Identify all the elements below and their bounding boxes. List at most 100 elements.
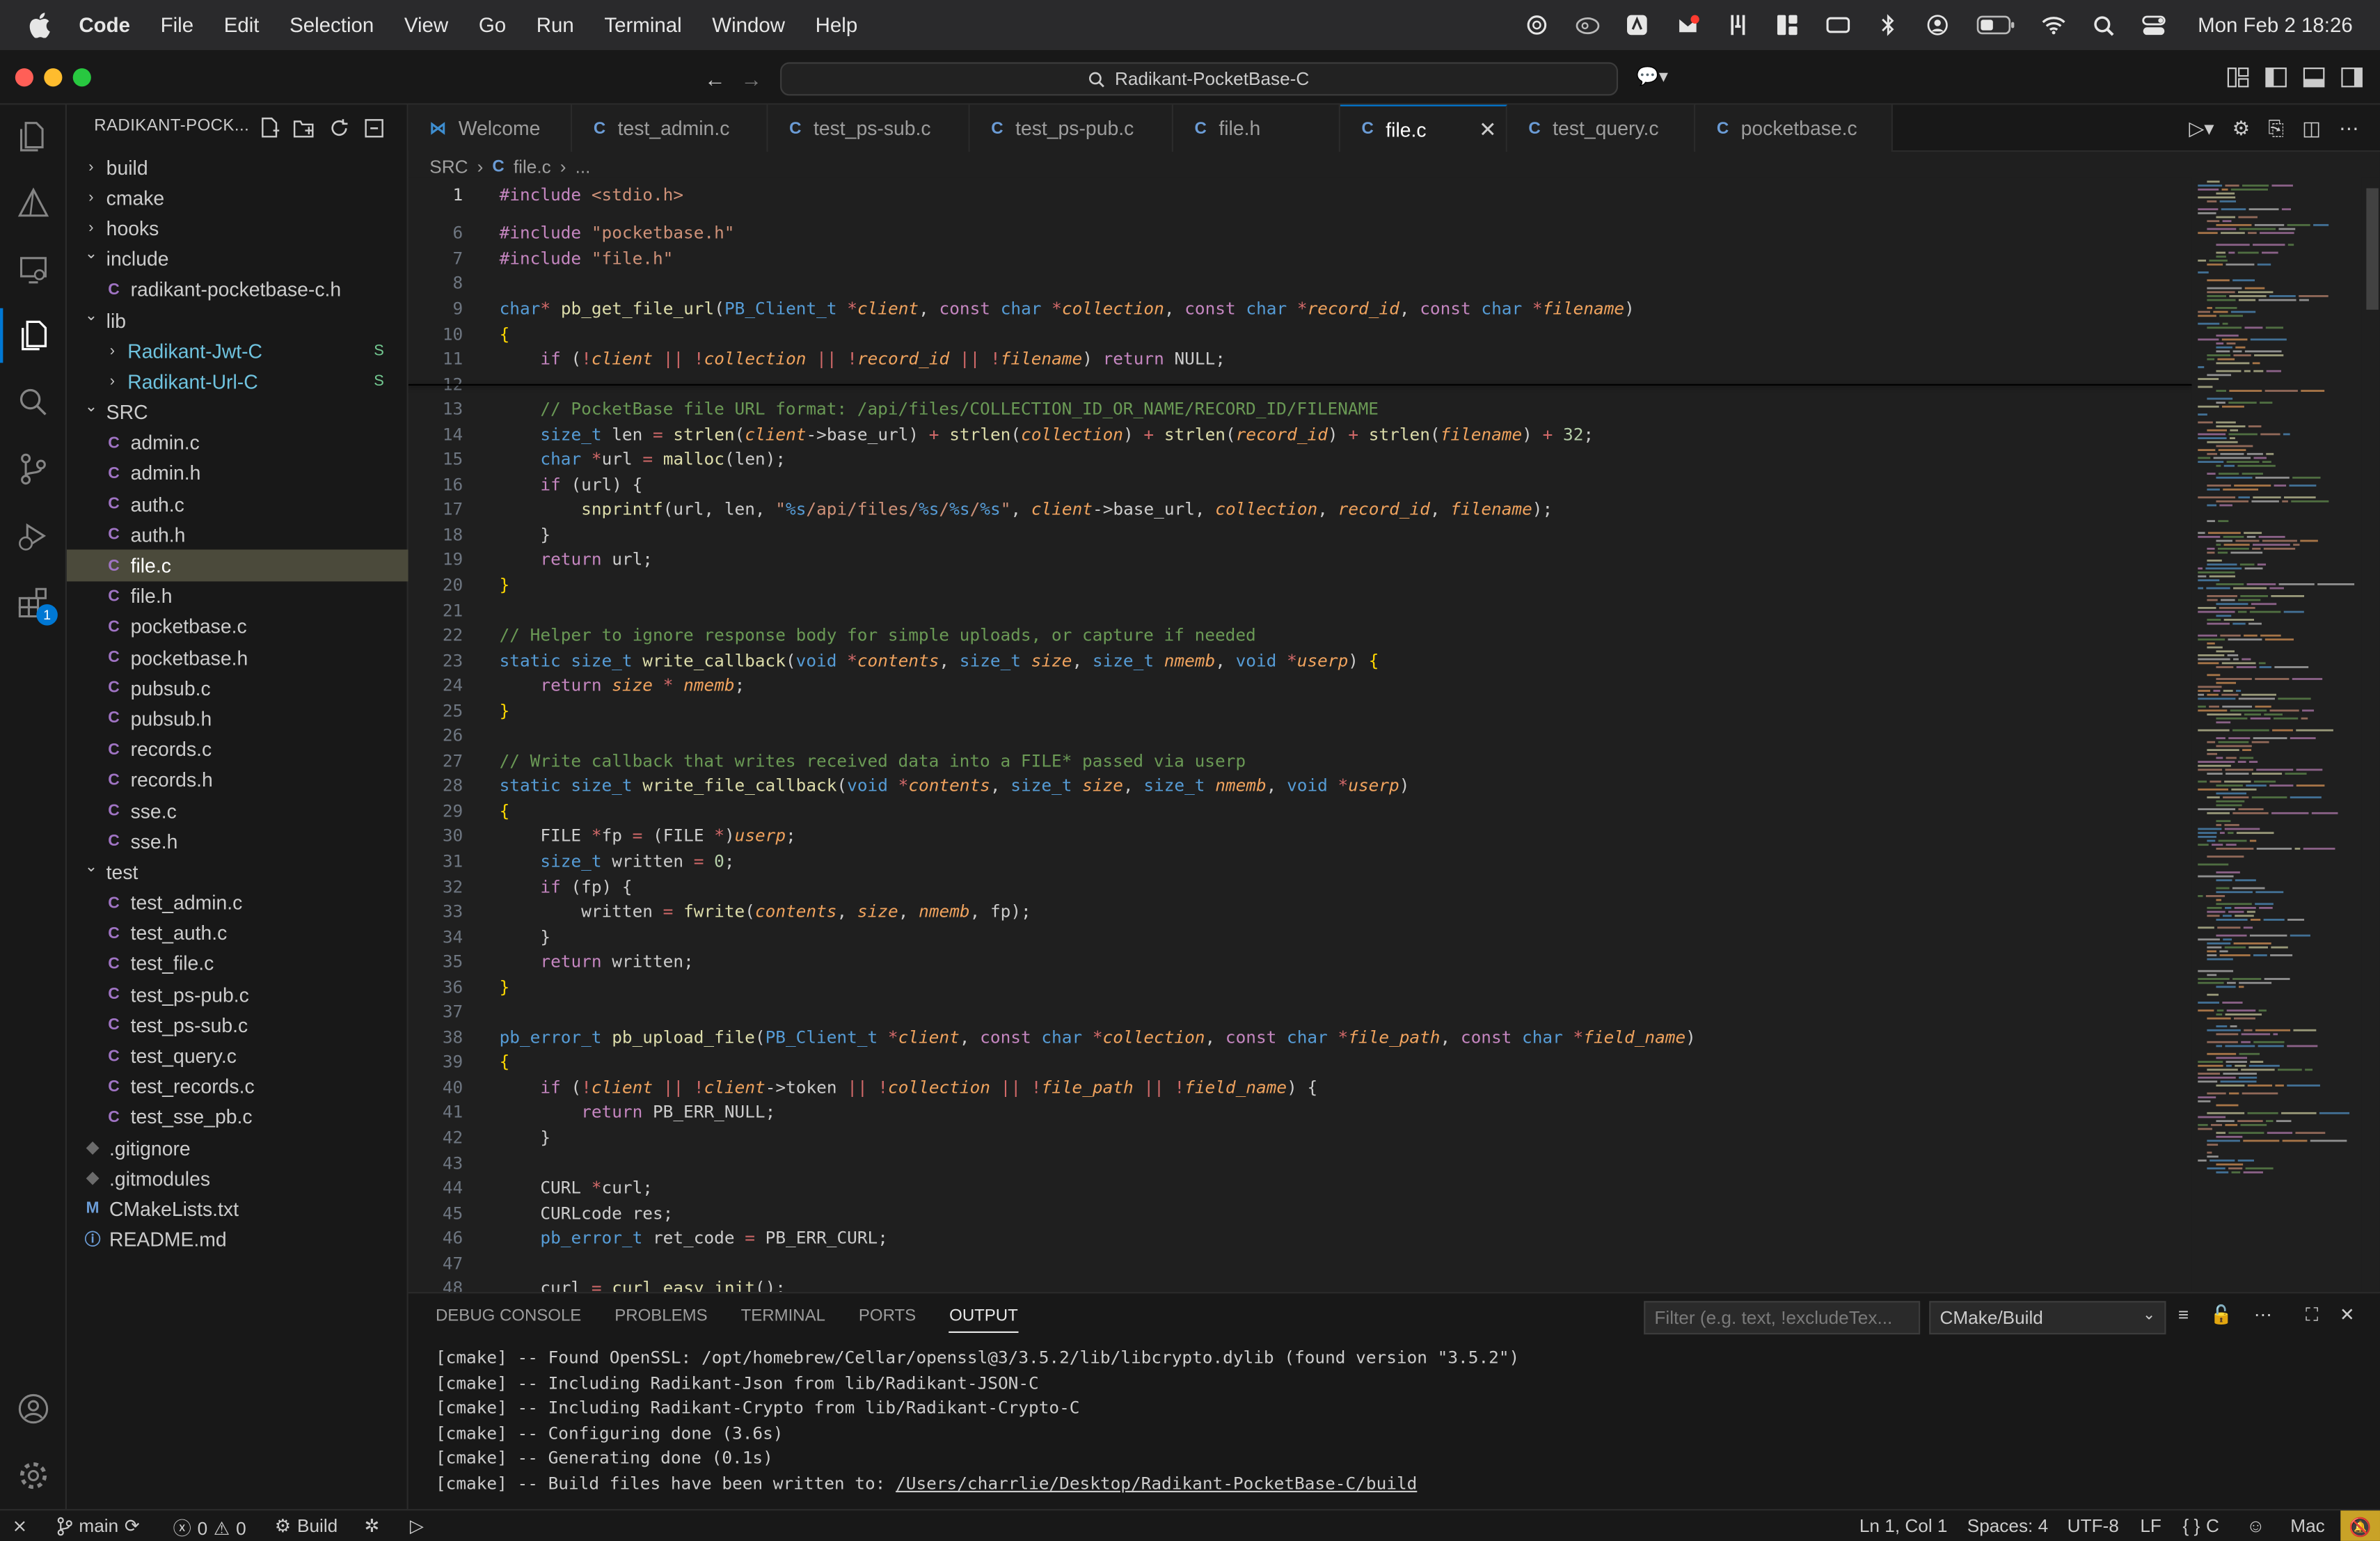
toggle-secondary-sidebar-icon[interactable] bbox=[2340, 67, 2363, 88]
tab-ports[interactable]: PORTS bbox=[859, 1307, 916, 1333]
notifications-bell-icon[interactable]: 🔕 bbox=[2340, 1510, 2380, 1541]
breadcrumb-more[interactable]: ... bbox=[576, 157, 591, 178]
menu-go[interactable]: Go bbox=[479, 14, 506, 37]
remote-explorer-icon[interactable] bbox=[15, 252, 51, 288]
tab-output[interactable]: OUTPUT bbox=[949, 1307, 1018, 1334]
menu-app-code[interactable]: Code bbox=[79, 14, 130, 37]
menu-run[interactable]: Run bbox=[537, 14, 574, 37]
output-path-link[interactable]: /Users/charrlie/Desktop/Radikant-PocketB… bbox=[896, 1473, 1417, 1493]
tree-file[interactable]: Cadmin.c bbox=[67, 427, 408, 458]
editor-scrollbar[interactable] bbox=[2361, 177, 2380, 1293]
output-filter-input[interactable]: Filter (e.g. text, !excludeTex... bbox=[1644, 1301, 1921, 1335]
tree-folder[interactable]: › build bbox=[67, 152, 408, 182]
encoding[interactable]: UTF-8 bbox=[2068, 1515, 2119, 1537]
code-editor[interactable]: 1 #include <stdio.h> 6 #include "pocketbase… bbox=[408, 177, 2192, 1293]
grid-icon[interactable] bbox=[1776, 13, 1800, 38]
tree-file[interactable]: Crecords.h bbox=[67, 765, 408, 796]
close-panel-icon[interactable]: ✕ bbox=[2340, 1304, 2355, 1327]
apple-icon[interactable] bbox=[27, 11, 51, 38]
cmake-tools-icon[interactable] bbox=[15, 185, 51, 221]
control-center-icon[interactable] bbox=[2141, 13, 2166, 38]
window-minimize-button[interactable] bbox=[44, 68, 63, 87]
open-changes-icon[interactable]: ⎘ bbox=[2268, 117, 2284, 141]
app-icon[interactable] bbox=[1626, 13, 1650, 38]
tree-file[interactable]: Cfile.h bbox=[67, 581, 408, 612]
settings-gear-icon[interactable]: ⚙ bbox=[2232, 117, 2250, 141]
window-zoom-button[interactable] bbox=[72, 68, 91, 87]
tree-folder[interactable]: ⌄ test bbox=[67, 857, 408, 887]
tool-icon[interactable] bbox=[1726, 13, 1750, 38]
accounts-icon[interactable] bbox=[15, 1391, 51, 1427]
tree-file[interactable]: Ctest_sse_pb.c bbox=[67, 1102, 408, 1132]
editor-tab[interactable]: Ctest_ps-pub.c bbox=[969, 104, 1174, 152]
editor-tab[interactable]: Ctest_admin.c bbox=[572, 104, 768, 152]
tree-file[interactable]: Csse.h bbox=[67, 826, 408, 857]
tree-file[interactable]: Ctest_ps-sub.c bbox=[67, 1010, 408, 1041]
git-branch[interactable]: main ⟳ bbox=[56, 1515, 140, 1536]
refresh-explorer-icon[interactable] bbox=[328, 117, 349, 139]
tree-file[interactable]: ◆ .gitignore bbox=[67, 1132, 408, 1163]
spotlight-search-icon[interactable] bbox=[2091, 13, 2116, 38]
toggle-panel-icon[interactable] bbox=[2303, 67, 2326, 88]
menu-help[interactable]: Help bbox=[816, 14, 858, 37]
search-view-icon[interactable] bbox=[15, 384, 51, 420]
tab-terminal[interactable]: TERMINAL bbox=[741, 1307, 825, 1333]
more-actions-icon[interactable]: ⋯ bbox=[2339, 117, 2358, 141]
tree-file[interactable]: M CMakeLists.txt bbox=[67, 1194, 408, 1224]
collapse-folders-icon[interactable] bbox=[363, 117, 384, 139]
menu-terminal[interactable]: Terminal bbox=[604, 14, 681, 37]
language-mode[interactable]: { } C bbox=[2182, 1515, 2219, 1537]
menu-edit[interactable]: Edit bbox=[224, 14, 260, 37]
cmake-build-button[interactable]: ⚙ Build bbox=[275, 1515, 338, 1537]
editor-tab[interactable]: ⋈ Welcome bbox=[408, 104, 573, 152]
explorer-files-icon[interactable] bbox=[15, 118, 51, 155]
indentation[interactable]: Spaces: 4 bbox=[1967, 1515, 2048, 1537]
editor-tab[interactable]: Cfile.c ✕ bbox=[1340, 104, 1507, 152]
tree-file[interactable]: Ctest_file.c bbox=[67, 949, 408, 979]
output-log[interactable]: [cmake] -- Found OpenSSL: /opt/homebrew/… bbox=[436, 1348, 1519, 1499]
settings-gear-icon[interactable] bbox=[15, 1457, 51, 1494]
close-icon[interactable]: ✕ bbox=[1479, 116, 1497, 142]
more-actions-icon[interactable]: ⋯ bbox=[2254, 1304, 2272, 1327]
customize-layout-icon[interactable] bbox=[2227, 67, 2250, 88]
tree-file[interactable]: Cradikant-pocketbase-c.h bbox=[67, 274, 408, 305]
nav-back-icon[interactable]: ← bbox=[704, 67, 726, 91]
editor-tab[interactable]: Ctest_query.c bbox=[1507, 104, 1696, 152]
tab-problems[interactable]: PROBLEMS bbox=[614, 1307, 707, 1333]
menu-file[interactable]: File bbox=[161, 14, 193, 37]
minimap[interactable] bbox=[2192, 177, 2362, 1180]
tree-file[interactable]: Crecords.c bbox=[67, 734, 408, 765]
toggle-sidebar-icon[interactable] bbox=[2264, 67, 2287, 88]
tree-file[interactable]: Ctest_ps-pub.c bbox=[67, 979, 408, 1010]
tree-file[interactable]: Cpubsub.h bbox=[67, 704, 408, 734]
tree-folder[interactable]: › cmake bbox=[67, 182, 408, 213]
lock-scroll-icon[interactable]: 🔓 bbox=[2210, 1304, 2233, 1327]
nav-forward-icon[interactable]: → bbox=[740, 67, 762, 91]
editor-tab[interactable]: Cpocketbase.c bbox=[1695, 104, 1893, 152]
menu-selection[interactable]: Selection bbox=[289, 14, 374, 37]
new-folder-icon[interactable] bbox=[293, 117, 315, 139]
clear-output-icon[interactable]: ≡ bbox=[2178, 1304, 2189, 1327]
tree-file[interactable]: Cadmin.h bbox=[67, 458, 408, 489]
breadcrumb-file[interactable]: file.c bbox=[514, 157, 551, 178]
tree-file[interactable]: Ctest_auth.c bbox=[67, 918, 408, 949]
line-ending[interactable]: LF bbox=[2140, 1515, 2161, 1537]
platform[interactable]: Mac bbox=[2290, 1515, 2324, 1537]
editor-tab[interactable]: Cfile.h bbox=[1173, 104, 1340, 152]
new-file-icon[interactable] bbox=[258, 117, 280, 139]
copilot-icon[interactable]: ☺ bbox=[2246, 1515, 2265, 1537]
wifi-icon[interactable] bbox=[2041, 13, 2065, 38]
window-close-button[interactable] bbox=[15, 68, 33, 87]
tree-file[interactable]: Ctest_records.c bbox=[67, 1071, 408, 1102]
tree-file[interactable]: Ctest_admin.c bbox=[67, 887, 408, 918]
remote-indicator-icon[interactable]: ⨯ bbox=[12, 1515, 27, 1537]
problems-count[interactable]: ⓧ 0 ⚠ 0 bbox=[173, 1515, 246, 1541]
copilot-chat-icon[interactable]: 💬▾ bbox=[1636, 65, 1668, 87]
tree-folder[interactable]: ⌄ lib bbox=[67, 305, 408, 335]
breadcrumb-folder[interactable]: SRC bbox=[429, 157, 468, 178]
chatgpt-icon[interactable] bbox=[1525, 13, 1550, 38]
tree-file[interactable]: Cauth.h bbox=[67, 519, 408, 550]
tree-file[interactable]: Csse.c bbox=[67, 796, 408, 826]
source-control-icon[interactable] bbox=[15, 451, 51, 487]
tree-folder[interactable]: › hooks bbox=[67, 213, 408, 244]
